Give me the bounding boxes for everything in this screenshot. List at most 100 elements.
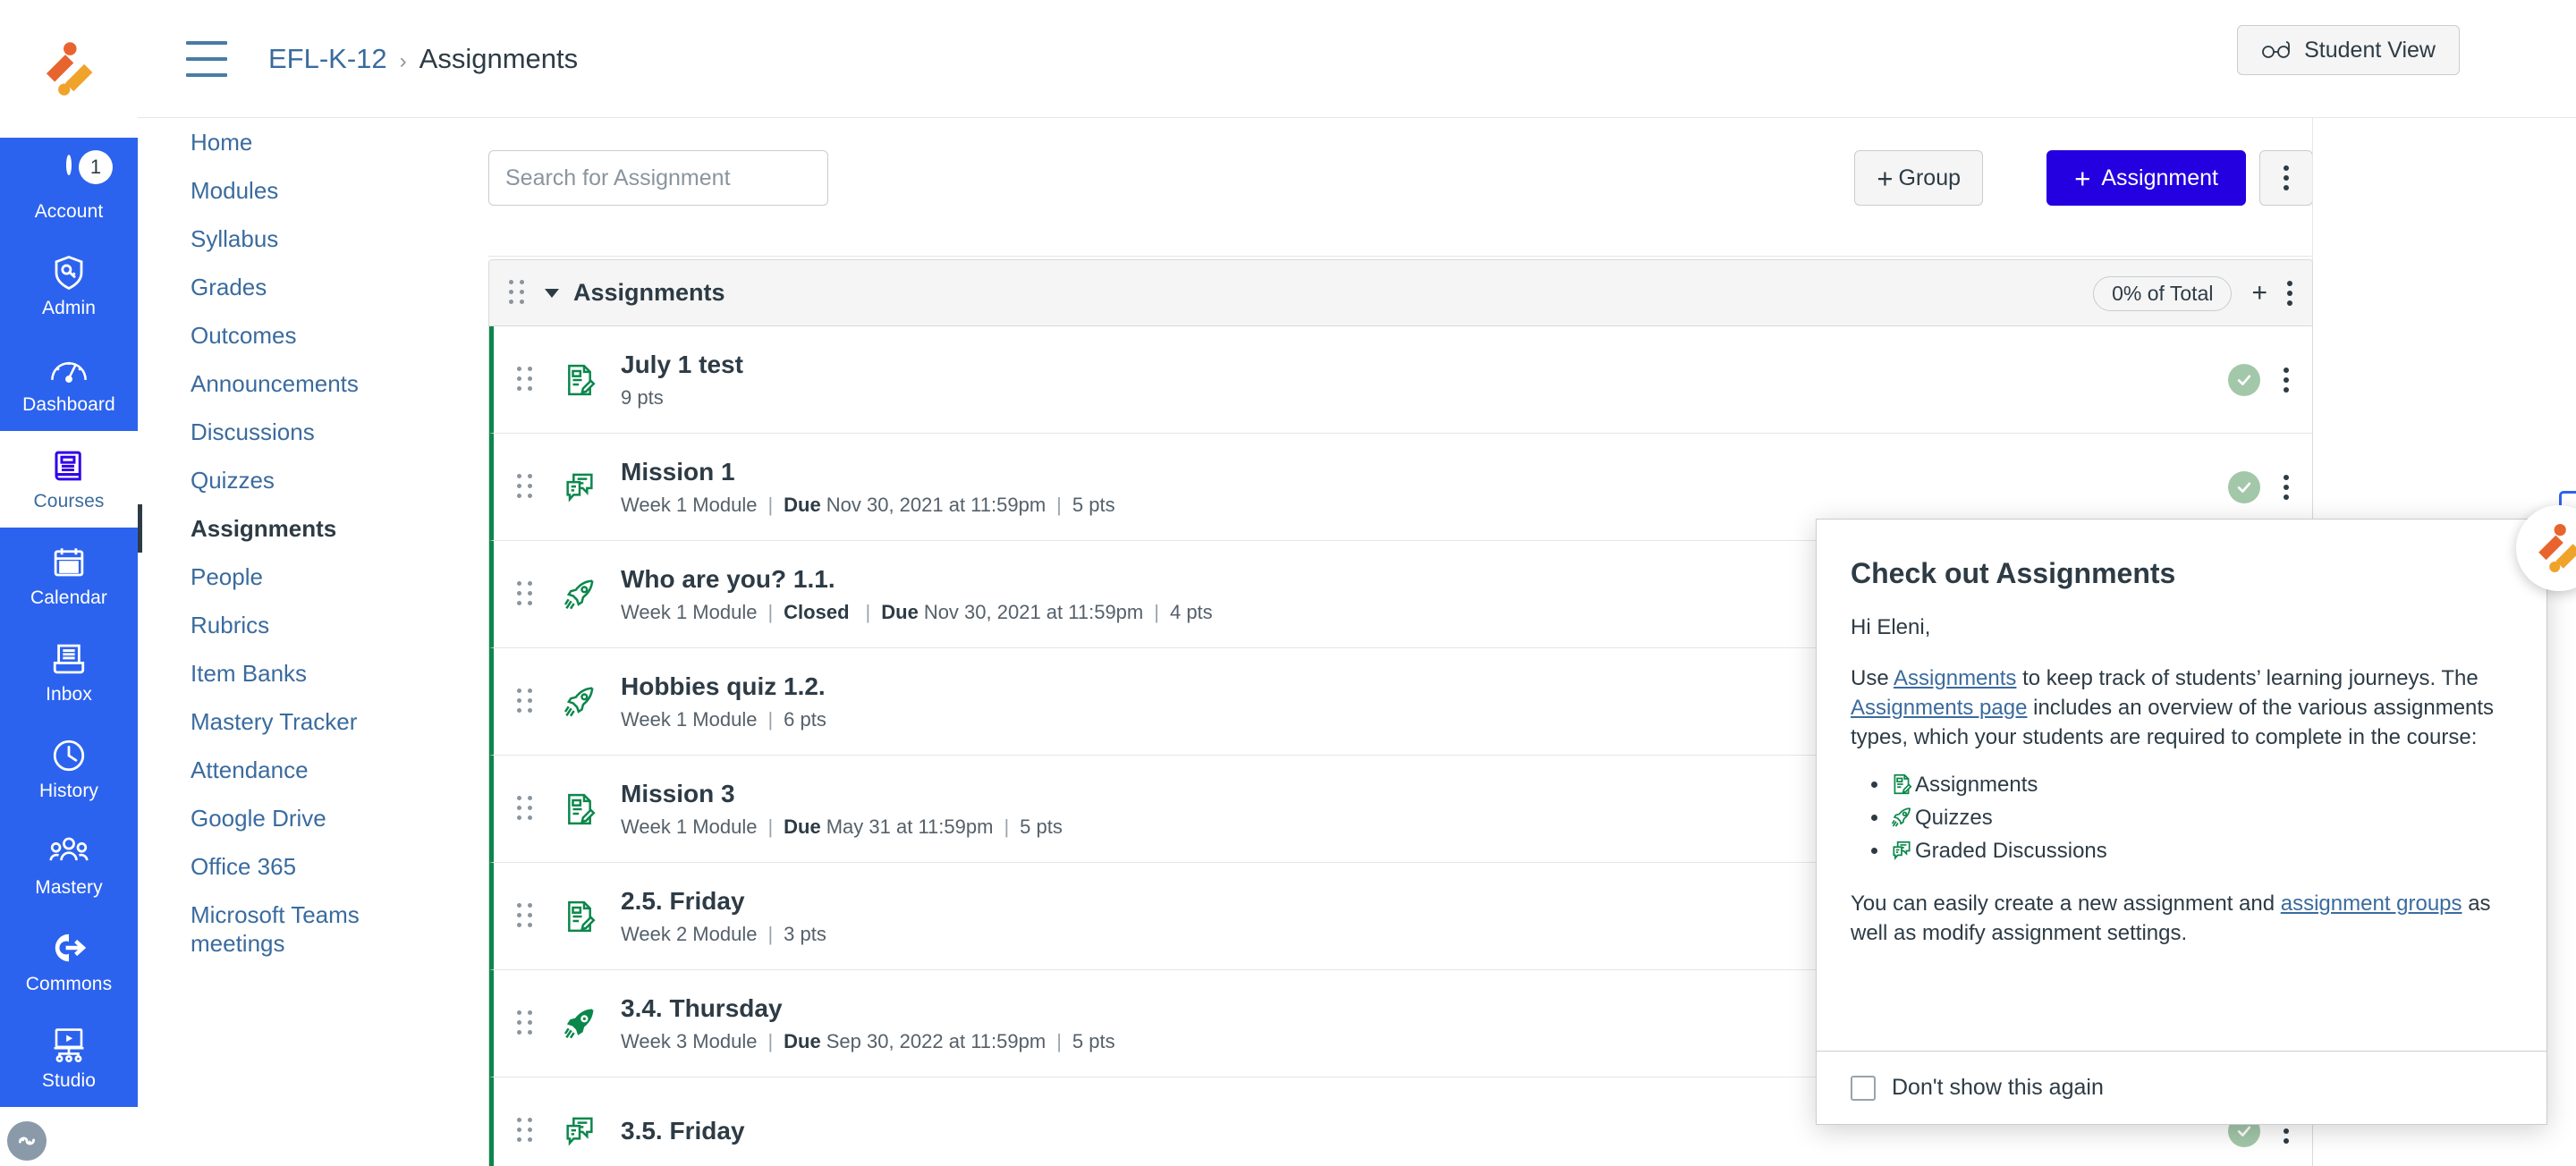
drag-handle-icon[interactable]	[517, 688, 537, 715]
course-nav-item-modules[interactable]: Modules	[138, 166, 442, 215]
add-group-button[interactable]: + Group	[1854, 150, 1983, 206]
people-icon	[49, 833, 89, 873]
course-nav-item-discussions[interactable]: Discussions	[138, 408, 442, 456]
assignments-link[interactable]: Assignments	[1894, 666, 2016, 690]
assignment-module: Week 1 Module	[621, 815, 758, 838]
course-nav-item-office-365[interactable]: Office 365	[138, 842, 442, 891]
assignments-page-link[interactable]: Assignments page	[1851, 696, 2027, 720]
kebab-menu-icon[interactable]	[2287, 281, 2292, 306]
drag-handle-icon[interactable]	[509, 279, 529, 307]
assignment-groups-link[interactable]: assignment groups	[2281, 891, 2462, 916]
meta-separator: |	[767, 708, 774, 731]
group-weight-badge[interactable]: 0% of Total	[2093, 275, 2233, 311]
assignment-row-body: Who are you? 1.1. Week 1 Module | Closed…	[621, 564, 1213, 624]
assignment-meta: Week 1 Module | Due May 31 at 11:59pm | …	[621, 815, 1063, 839]
sidebar-item-inbox[interactable]: Inbox	[0, 624, 138, 721]
plus-icon[interactable]: +	[2251, 280, 2267, 307]
course-nav-item-rubrics[interactable]: Rubrics	[138, 601, 442, 649]
clock-icon	[50, 737, 88, 776]
discussion-icon	[1893, 841, 1911, 860]
assignment-title[interactable]: Mission 3	[621, 779, 1063, 809]
search-input[interactable]	[488, 150, 828, 206]
course-nav-item-mastery-tracker[interactable]: Mastery Tracker	[138, 697, 442, 746]
assignment-points: 5 pts	[1072, 494, 1115, 516]
drag-handle-icon[interactable]	[517, 1010, 537, 1037]
add-assignment-label: Assignment	[2101, 165, 2218, 190]
course-nav-item-microsoft-teams-meetings[interactable]: Microsoft Teams meetings	[138, 891, 442, 967]
page-title: Assignments	[419, 42, 579, 74]
assignment-row-body: 3.4. Thursday Week 3 Module | Due Sep 30…	[621, 993, 1115, 1053]
course-nav-item-item-banks[interactable]: Item Banks	[138, 649, 442, 697]
assignment-group-actions: 0% of Total +	[2093, 260, 2292, 326]
sidebar-item-courses[interactable]: Courses	[0, 431, 138, 528]
assignment-title[interactable]: Hobbies quiz 1.2.	[621, 672, 826, 702]
dont-show-again-checkbox[interactable]	[1851, 1075, 1876, 1101]
assignment-points: 3 pts	[784, 923, 826, 945]
help-chat-button[interactable]	[7, 1121, 47, 1161]
add-assignment-button[interactable]: + Assignment	[2046, 150, 2246, 206]
canvas-logo-home-link[interactable]	[0, 0, 138, 138]
drag-handle-icon[interactable]	[517, 580, 537, 608]
assignments-more-options-button[interactable]	[2259, 150, 2313, 206]
course-nav-item-grades[interactable]: Grades	[138, 263, 442, 311]
assignment-points: 9 pts	[621, 386, 664, 409]
drag-handle-icon[interactable]	[517, 1118, 537, 1145]
course-nav-item-outcomes[interactable]: Outcomes	[138, 311, 442, 359]
course-nav-item-google-drive[interactable]: Google Drive	[138, 794, 442, 842]
assignment-row-body: Mission 1 Week 1 Module | Due Nov 30, 20…	[621, 457, 1115, 517]
breadcrumb-course-link[interactable]: EFL-K-12	[268, 43, 387, 75]
add-group-label: Group	[1898, 165, 1961, 190]
due-value: Nov 30, 2021 at 11:59pm	[826, 494, 1046, 516]
sidebar-item-account[interactable]: 1 Account	[0, 138, 138, 238]
sidebar-item-studio[interactable]: Studio	[0, 1010, 138, 1107]
sidebar-item-label-inbox: Inbox	[46, 684, 92, 705]
sidebar-item-commons[interactable]: Commons	[0, 914, 138, 1010]
sidebar-item-dashboard[interactable]: Dashboard	[0, 334, 138, 431]
student-view-button[interactable]: Student View	[2237, 25, 2460, 75]
avatar	[66, 155, 72, 197]
table-row[interactable]: July 1 test 9 pts	[489, 326, 2312, 434]
kebab-menu-icon[interactable]	[2284, 474, 2289, 500]
course-nav-item-people[interactable]: People	[138, 553, 442, 601]
caret-down-icon[interactable]	[545, 288, 559, 298]
sidebar-item-admin[interactable]: Admin	[0, 238, 138, 334]
canvas-logo	[46, 42, 93, 96]
published-check-icon[interactable]	[2228, 363, 2260, 396]
sidebar-item-mastery[interactable]: Mastery	[0, 817, 138, 914]
assignment-meta: 9 pts	[621, 385, 743, 410]
assignment-title[interactable]: July 1 test	[621, 350, 743, 380]
list-item: Assignments	[1890, 768, 2512, 801]
list-item-label: Graded Discussions	[1915, 839, 2107, 863]
assignment-title[interactable]: 2.5. Friday	[621, 886, 826, 917]
assignment-title[interactable]: Who are you? 1.1.	[621, 564, 1213, 595]
sidebar-item-label-account: Account	[34, 201, 104, 222]
dont-show-again-label[interactable]: Don't show this again	[1892, 1075, 2104, 1101]
course-nav-item-syllabus[interactable]: Syllabus	[138, 215, 442, 263]
assignment-title[interactable]: Mission 1	[621, 457, 1115, 487]
toolbar-divider	[488, 256, 2313, 257]
assignment-title[interactable]: 3.4. Thursday	[621, 993, 1115, 1024]
sidebar-item-calendar[interactable]: Calendar	[0, 528, 138, 624]
course-nav-item-home[interactable]: Home	[138, 118, 442, 166]
drag-handle-icon[interactable]	[517, 366, 537, 393]
assignment-module: Week 1 Module	[621, 601, 758, 623]
hamburger-icon[interactable]	[186, 40, 227, 77]
course-nav-item-announcements[interactable]: Announcements	[138, 359, 442, 408]
meta-separator: |	[767, 815, 774, 838]
sidebar-item-history[interactable]: History	[0, 721, 138, 817]
course-nav-item-assignments[interactable]: Assignments	[138, 504, 442, 553]
assignment-title[interactable]: 3.5. Friday	[621, 1116, 745, 1146]
published-check-icon[interactable]	[2228, 470, 2260, 503]
course-nav-item-attendance[interactable]: Attendance	[138, 746, 442, 794]
drag-handle-icon[interactable]	[517, 795, 537, 823]
canvas-logo	[2538, 524, 2576, 572]
drag-handle-icon[interactable]	[517, 473, 537, 501]
assignment-points: 6 pts	[784, 708, 826, 731]
assignment-points: 5 pts	[1072, 1030, 1115, 1052]
tray-paragraph-2: You can easily create a new assignment a…	[1851, 889, 2512, 948]
sidebar-item-label-commons: Commons	[25, 974, 113, 994]
course-nav-item-quizzes[interactable]: Quizzes	[138, 456, 442, 504]
check-out-assignments-tray: Check out Assignments Hi Eleni, Use Assi…	[1816, 491, 2576, 1125]
kebab-menu-icon[interactable]	[2284, 367, 2289, 393]
drag-handle-icon[interactable]	[517, 902, 537, 930]
